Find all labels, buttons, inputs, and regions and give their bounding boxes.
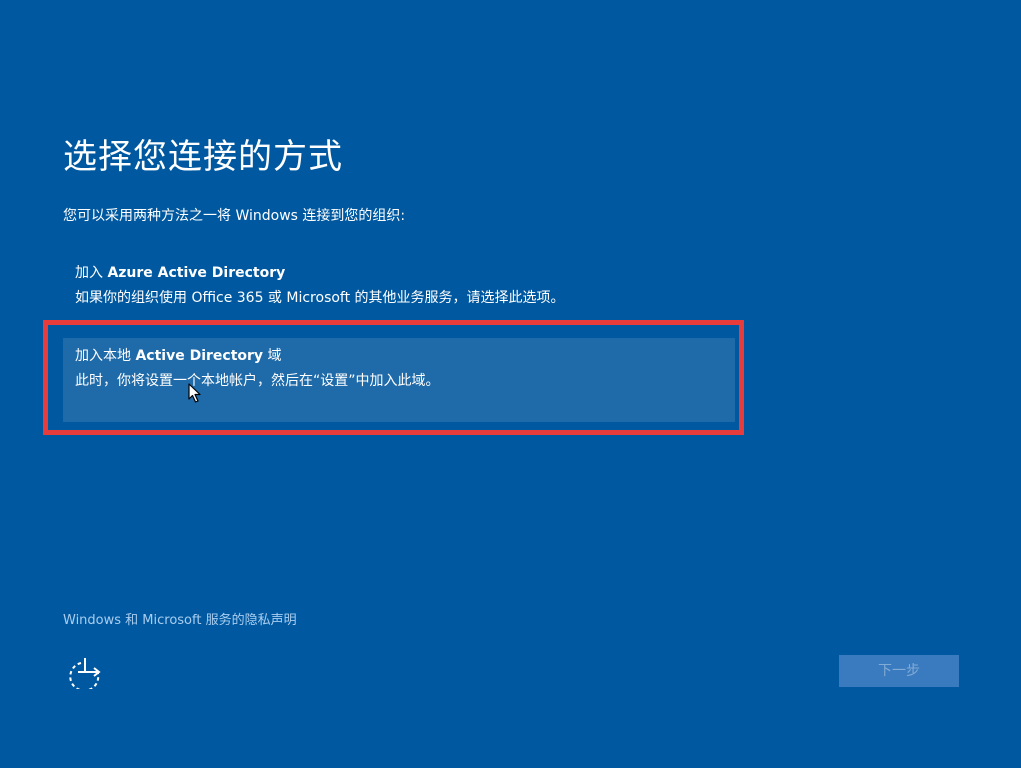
- option-local-title-prefix: 加入本地: [75, 348, 136, 364]
- option-azure-title: 加入 Azure Active Directory: [75, 263, 723, 283]
- option-local-description: 此时，你将设置一个本地帐户，然后在“设置”中加入此域。: [75, 373, 440, 389]
- option-join-local-ad-domain[interactable]: 加入本地 Active Directory 域 此时，你将设置一个本地帐户，然后…: [63, 338, 735, 422]
- ease-of-access-icon: [69, 658, 101, 692]
- page-subtitle: 您可以采用两种方法之一将 Windows 连接到您的组织:: [63, 208, 406, 224]
- option-azure-title-prefix: 加入: [75, 265, 108, 281]
- option-local-title-bold: Active Directory: [135, 348, 264, 364]
- next-button[interactable]: 下一步: [839, 655, 959, 687]
- option-local-title: 加入本地 Active Directory 域: [75, 346, 723, 366]
- option-join-azure-ad[interactable]: 加入 Azure Active Directory 如果你的组织使用 Offic…: [63, 255, 735, 339]
- option-azure-title-bold: Azure Active Directory: [107, 265, 286, 281]
- option-azure-description: 如果你的组织使用 Office 365 或 Microsoft 的其他业务服务，…: [75, 290, 565, 306]
- ease-of-access-button[interactable]: [68, 655, 106, 692]
- privacy-statement-link[interactable]: Windows 和 Microsoft 服务的隐私声明: [63, 612, 297, 630]
- option-local-title-suffix: 域: [263, 348, 282, 364]
- page-title: 选择您连接的方式: [63, 137, 343, 177]
- mouse-pointer-icon: [188, 383, 201, 403]
